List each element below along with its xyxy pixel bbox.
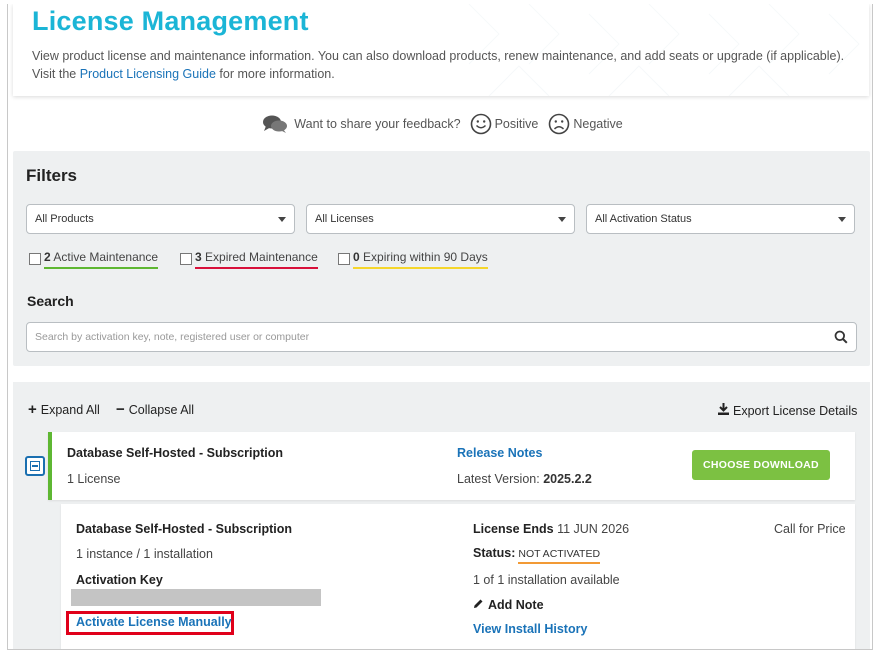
license-select-value: All Licenses [315, 213, 374, 225]
feedback-prompt: Want to share your feedback? [294, 117, 461, 131]
caret-down-icon [838, 217, 846, 222]
collapse-row-toggle[interactable] [25, 456, 45, 476]
status-label: Status: [473, 546, 516, 560]
search-box [26, 322, 857, 352]
expired-maintenance-label: 3 Expired Maintenance [195, 250, 318, 269]
caret-down-icon [558, 217, 566, 222]
download-icon [718, 403, 729, 418]
expand-all-label: Expand All [40, 403, 100, 417]
activate-license-manually-link[interactable]: Activate License Manually [76, 615, 232, 629]
status-row: Status: NOT ACTIVATED [473, 546, 601, 564]
license-results-panel: + Expand All − Collapse All Export License… [13, 382, 870, 649]
chat-bubbles-icon [262, 114, 288, 134]
license-detail-card: Database Self-Hosted - Subscription 1 in… [61, 504, 855, 649]
view-install-history-link[interactable]: View Install History [473, 622, 587, 636]
search-icon[interactable] [834, 330, 848, 347]
instance-count: 1 instance / 1 installation [76, 547, 213, 561]
activation-key-redacted [71, 589, 321, 606]
expired-maintenance-count: 3 [195, 250, 202, 264]
checkbox-box[interactable] [338, 253, 350, 265]
latest-version: Latest Version: 2025.2.2 [457, 472, 592, 486]
frown-icon[interactable] [548, 113, 570, 135]
plus-icon: + [28, 401, 37, 418]
active-maintenance-count: 2 [44, 250, 51, 264]
activation-key-label: Activation Key [76, 573, 163, 587]
minus-icon: − [116, 401, 125, 418]
active-maintenance-checkbox[interactable]: 2 Active Maintenance [29, 250, 159, 272]
feedback-negative[interactable]: Negative [573, 117, 622, 131]
export-license-details-button[interactable]: Export License Details [718, 403, 857, 418]
price: Call for Price [774, 522, 846, 536]
latest-version-value: 2025.2.2 [543, 472, 592, 486]
license-count: 1 License [67, 472, 121, 486]
export-label: Export License Details [733, 403, 858, 418]
activation-status-select-value: All Activation Status [595, 213, 692, 225]
choose-download-button[interactable]: CHOOSE DOWNLOAD [692, 450, 830, 480]
active-maintenance-label: 2 Active Maintenance [44, 250, 159, 269]
feedback-positive[interactable]: Positive [495, 117, 539, 131]
release-notes-link[interactable]: Release Notes [457, 446, 542, 460]
page-title: License Management [32, 6, 309, 36]
product-select-value: All Products [35, 213, 94, 225]
pencil-icon [473, 598, 484, 612]
filters-title: Filters [26, 166, 78, 185]
expired-maintenance-text: Expired Maintenance [205, 250, 318, 264]
add-note-button[interactable]: Add Note [473, 598, 544, 612]
product-select[interactable]: All Products [26, 204, 295, 234]
expiring-soon-text: Expiring within 90 Days [363, 250, 488, 264]
page-description: View product license and maintenance inf… [32, 47, 852, 83]
checkbox-box[interactable] [29, 253, 41, 265]
expiring-soon-label: 0 Expiring within 90 Days [353, 250, 488, 269]
collapse-all-button[interactable]: − Collapse All [116, 401, 195, 418]
product-name: Database Self-Hosted - Subscription [67, 446, 284, 460]
feedback-bar: Want to share your feedback? Positive Ne… [8, 112, 872, 136]
active-maintenance-text: Active Maintenance [53, 250, 159, 264]
caret-down-icon [278, 217, 286, 222]
license-ends: License Ends 11 JUN 2026 [473, 522, 629, 536]
expiring-soon-checkbox[interactable]: 0 Expiring within 90 Days [338, 250, 488, 272]
expiring-soon-count: 0 [353, 250, 360, 264]
smile-icon[interactable] [470, 113, 492, 135]
license-ends-label: License Ends [473, 522, 554, 536]
expand-all-button[interactable]: + Expand All [28, 401, 100, 418]
license-management-page: License Management View product license … [7, 4, 873, 650]
page-header: License Management View product license … [13, 4, 869, 96]
product-licensing-guide-link[interactable]: Product Licensing Guide [80, 67, 216, 81]
license-select[interactable]: All Licenses [306, 204, 575, 234]
license-name: Database Self-Hosted - Subscription [76, 522, 293, 536]
collapse-all-label: Collapse All [128, 403, 195, 417]
expired-maintenance-checkbox[interactable]: 3 Expired Maintenance [180, 250, 318, 272]
installations-available: 1 of 1 installation available [473, 573, 620, 587]
product-card: Database Self-Hosted - Subscription 1 Li… [48, 432, 855, 500]
search-title: Search [27, 293, 74, 309]
search-input[interactable] [27, 323, 807, 351]
checkbox-box[interactable] [180, 253, 192, 265]
status-badge: NOT ACTIVATED [518, 548, 601, 564]
license-ends-date: 11 JUN 2026 [557, 522, 630, 536]
minus-square-icon [30, 461, 40, 471]
add-note-label: Add Note [488, 598, 544, 612]
filters-panel: Filters All Products All Licenses All Ac… [13, 151, 870, 366]
activation-status-select[interactable]: All Activation Status [586, 204, 855, 234]
latest-version-label: Latest Version: [457, 472, 540, 486]
description-text-end: for more information. [215, 67, 335, 81]
